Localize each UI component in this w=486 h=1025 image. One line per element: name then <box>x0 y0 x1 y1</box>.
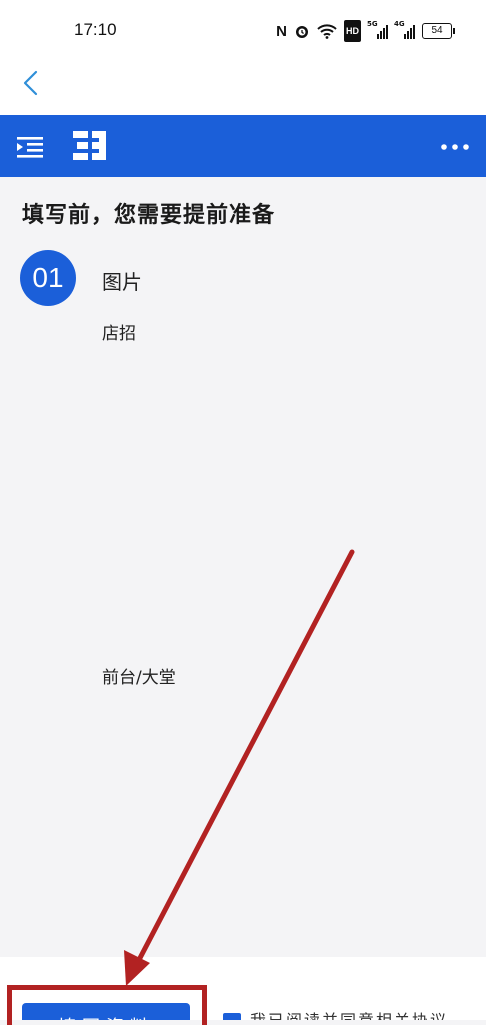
more-options-button[interactable] <box>438 135 472 159</box>
agreement-text[interactable]: 我已阅读并同意相关协议 <box>250 1007 448 1020</box>
brand-logo-icon <box>72 128 108 164</box>
nfc-icon: N <box>276 22 287 40</box>
photo-item-label: 店招 <box>102 324 136 344</box>
signal-5g-icon: 5G <box>367 20 388 39</box>
app-header <box>0 115 486 177</box>
section-title: 图片 <box>102 270 142 294</box>
status-time: 17:10 <box>74 20 117 39</box>
page-title: 填写前，您需要提前准备 <box>22 203 276 228</box>
alarm-icon <box>294 21 310 41</box>
photo-item-label: 前台/大堂 <box>102 668 176 688</box>
status-bar: 17:10 N HD 5G 4G 54 <box>0 0 486 60</box>
signal-5g-label: 5G <box>367 20 378 28</box>
agree-checkbox[interactable] <box>223 1013 241 1020</box>
content-area: 填写前，您需要提前准备 01 图片 店招 前台/大堂 <box>0 177 486 957</box>
chevron-left-icon <box>23 70 38 96</box>
more-dots-icon <box>441 144 469 150</box>
indent-menu-icon <box>17 137 43 158</box>
indent-menu-button[interactable] <box>16 135 46 159</box>
wifi-icon <box>317 21 337 41</box>
hd-icon: HD <box>344 20 361 42</box>
step-number-badge: 01 <box>20 250 76 306</box>
back-button[interactable] <box>14 66 48 100</box>
battery-icon: 54 <box>422 23 455 39</box>
annotation-highlight-box <box>7 985 207 1025</box>
nav-bar <box>0 60 486 115</box>
signal-4g-icon: 4G <box>394 20 415 39</box>
signal-4g-label: 4G <box>394 20 405 28</box>
status-icons: N HD 5G 4G 54 <box>276 20 455 42</box>
